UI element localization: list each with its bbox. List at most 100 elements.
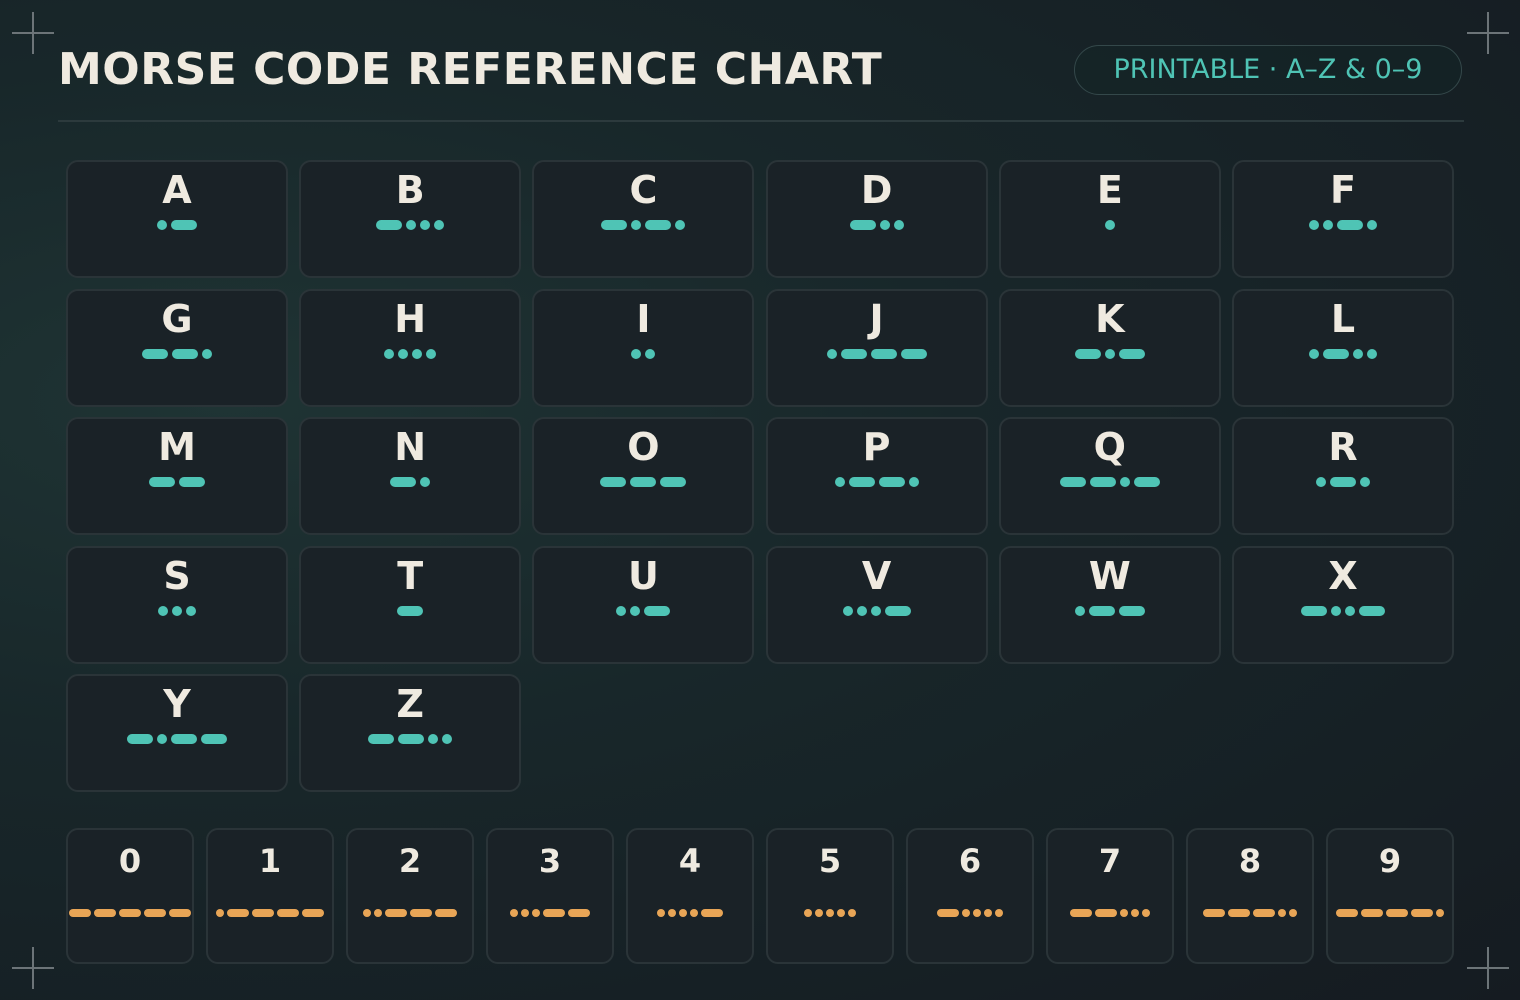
letter-card-f: F <box>1232 160 1454 278</box>
card-character: Q <box>1093 425 1126 469</box>
morse-dash <box>878 477 905 487</box>
morse-dot <box>1104 348 1115 359</box>
morse-code <box>1214 218 1472 232</box>
card-character: M <box>158 425 196 469</box>
card-character: U <box>627 553 659 598</box>
morse-code <box>514 347 772 361</box>
letter-card-r: R <box>1232 417 1454 535</box>
letter-card-x: X <box>1232 545 1454 664</box>
morse-dot <box>826 909 834 917</box>
card-character: W <box>1088 553 1131 598</box>
morse-dash <box>1361 909 1383 917</box>
morse-dot <box>406 220 417 230</box>
card-character: 5 <box>818 842 842 880</box>
morse-dash <box>701 909 723 917</box>
morse-dash <box>1203 909 1225 917</box>
morse-code <box>981 347 1239 361</box>
morse-dot <box>908 477 919 487</box>
morse-dash <box>630 477 657 487</box>
morse-dash <box>435 909 457 917</box>
morse-code <box>281 475 539 489</box>
morse-dash <box>410 909 432 917</box>
morse-code <box>1214 604 1472 618</box>
morse-dot <box>521 909 529 917</box>
letter-card-y: Y <box>66 674 288 792</box>
morse-dot <box>675 220 686 230</box>
morse-dash <box>840 348 867 359</box>
morse-dash <box>600 477 627 487</box>
morse-dot <box>815 909 823 917</box>
morse-dash <box>1386 909 1408 917</box>
morse-dot <box>172 605 182 616</box>
morse-dash <box>870 348 897 359</box>
morse-dash <box>1133 477 1160 487</box>
morse-dot <box>428 734 439 744</box>
morse-dot <box>1436 909 1444 917</box>
letter-card-d: D <box>765 160 988 278</box>
letter-card-c: C <box>532 160 755 278</box>
morse-dash <box>227 909 249 917</box>
morse-dot <box>202 348 212 359</box>
morse-dot <box>186 605 196 616</box>
morse-dot <box>1345 605 1355 616</box>
morse-dash <box>142 348 168 359</box>
card-character: B <box>395 168 425 212</box>
morse-dot <box>1278 909 1286 917</box>
card-character: 3 <box>538 842 562 880</box>
morse-code <box>748 604 1006 618</box>
card-character: C <box>629 168 658 212</box>
card-character: E <box>1096 168 1123 212</box>
morse-dot <box>1142 909 1150 917</box>
morse-dash <box>1336 909 1358 917</box>
morse-code <box>281 218 539 232</box>
morse-dash <box>302 909 324 917</box>
corner-crosshair-bottom-right <box>1467 947 1509 989</box>
morse-dash <box>601 220 628 230</box>
letter-card-z: Z <box>299 674 522 792</box>
letter-card-s: S <box>66 545 288 664</box>
card-character: P <box>862 425 891 469</box>
letter-card-u: U <box>532 545 755 664</box>
morse-dot <box>442 734 453 744</box>
card-character: F <box>1330 168 1356 212</box>
morse-dot <box>879 220 890 230</box>
morse-dot <box>657 909 665 917</box>
letter-card-j: J <box>765 288 988 407</box>
letter-card-i: I <box>532 288 755 407</box>
morse-dot <box>962 909 970 917</box>
morse-dot <box>398 348 409 359</box>
card-character: 4 <box>678 842 702 880</box>
morse-dot <box>995 909 1003 917</box>
morse-dot <box>374 909 382 917</box>
morse-dash <box>149 477 175 487</box>
morse-dash <box>119 909 141 917</box>
card-character: 2 <box>398 842 422 880</box>
morse-dot <box>426 348 437 359</box>
morse-dot <box>893 220 904 230</box>
morse-code <box>981 604 1239 618</box>
morse-dash <box>1074 348 1101 359</box>
morse-dash <box>398 734 425 744</box>
digit-card-8: 8 <box>1186 828 1314 964</box>
morse-dot <box>1309 220 1319 230</box>
morse-dot <box>870 605 881 616</box>
morse-dash <box>368 734 395 744</box>
morse-dot <box>1131 909 1139 917</box>
morse-dash <box>1330 477 1356 487</box>
morse-dash <box>1323 348 1349 359</box>
morse-dash <box>543 909 565 917</box>
card-character: T <box>397 553 424 598</box>
card-character: R <box>1328 425 1358 469</box>
letter-card-m: M <box>66 417 288 535</box>
morse-dash <box>1228 909 1250 917</box>
morse-dot <box>645 348 656 359</box>
digit-card-5: 5 <box>766 828 894 964</box>
morse-code <box>1214 347 1472 361</box>
morse-code <box>514 218 772 232</box>
morse-dot <box>157 220 167 230</box>
digit-card-1: 1 <box>206 828 334 964</box>
morse-dash <box>1118 348 1145 359</box>
letter-card-a: A <box>66 160 288 278</box>
morse-dash <box>1088 605 1115 616</box>
card-character: J <box>869 296 884 341</box>
